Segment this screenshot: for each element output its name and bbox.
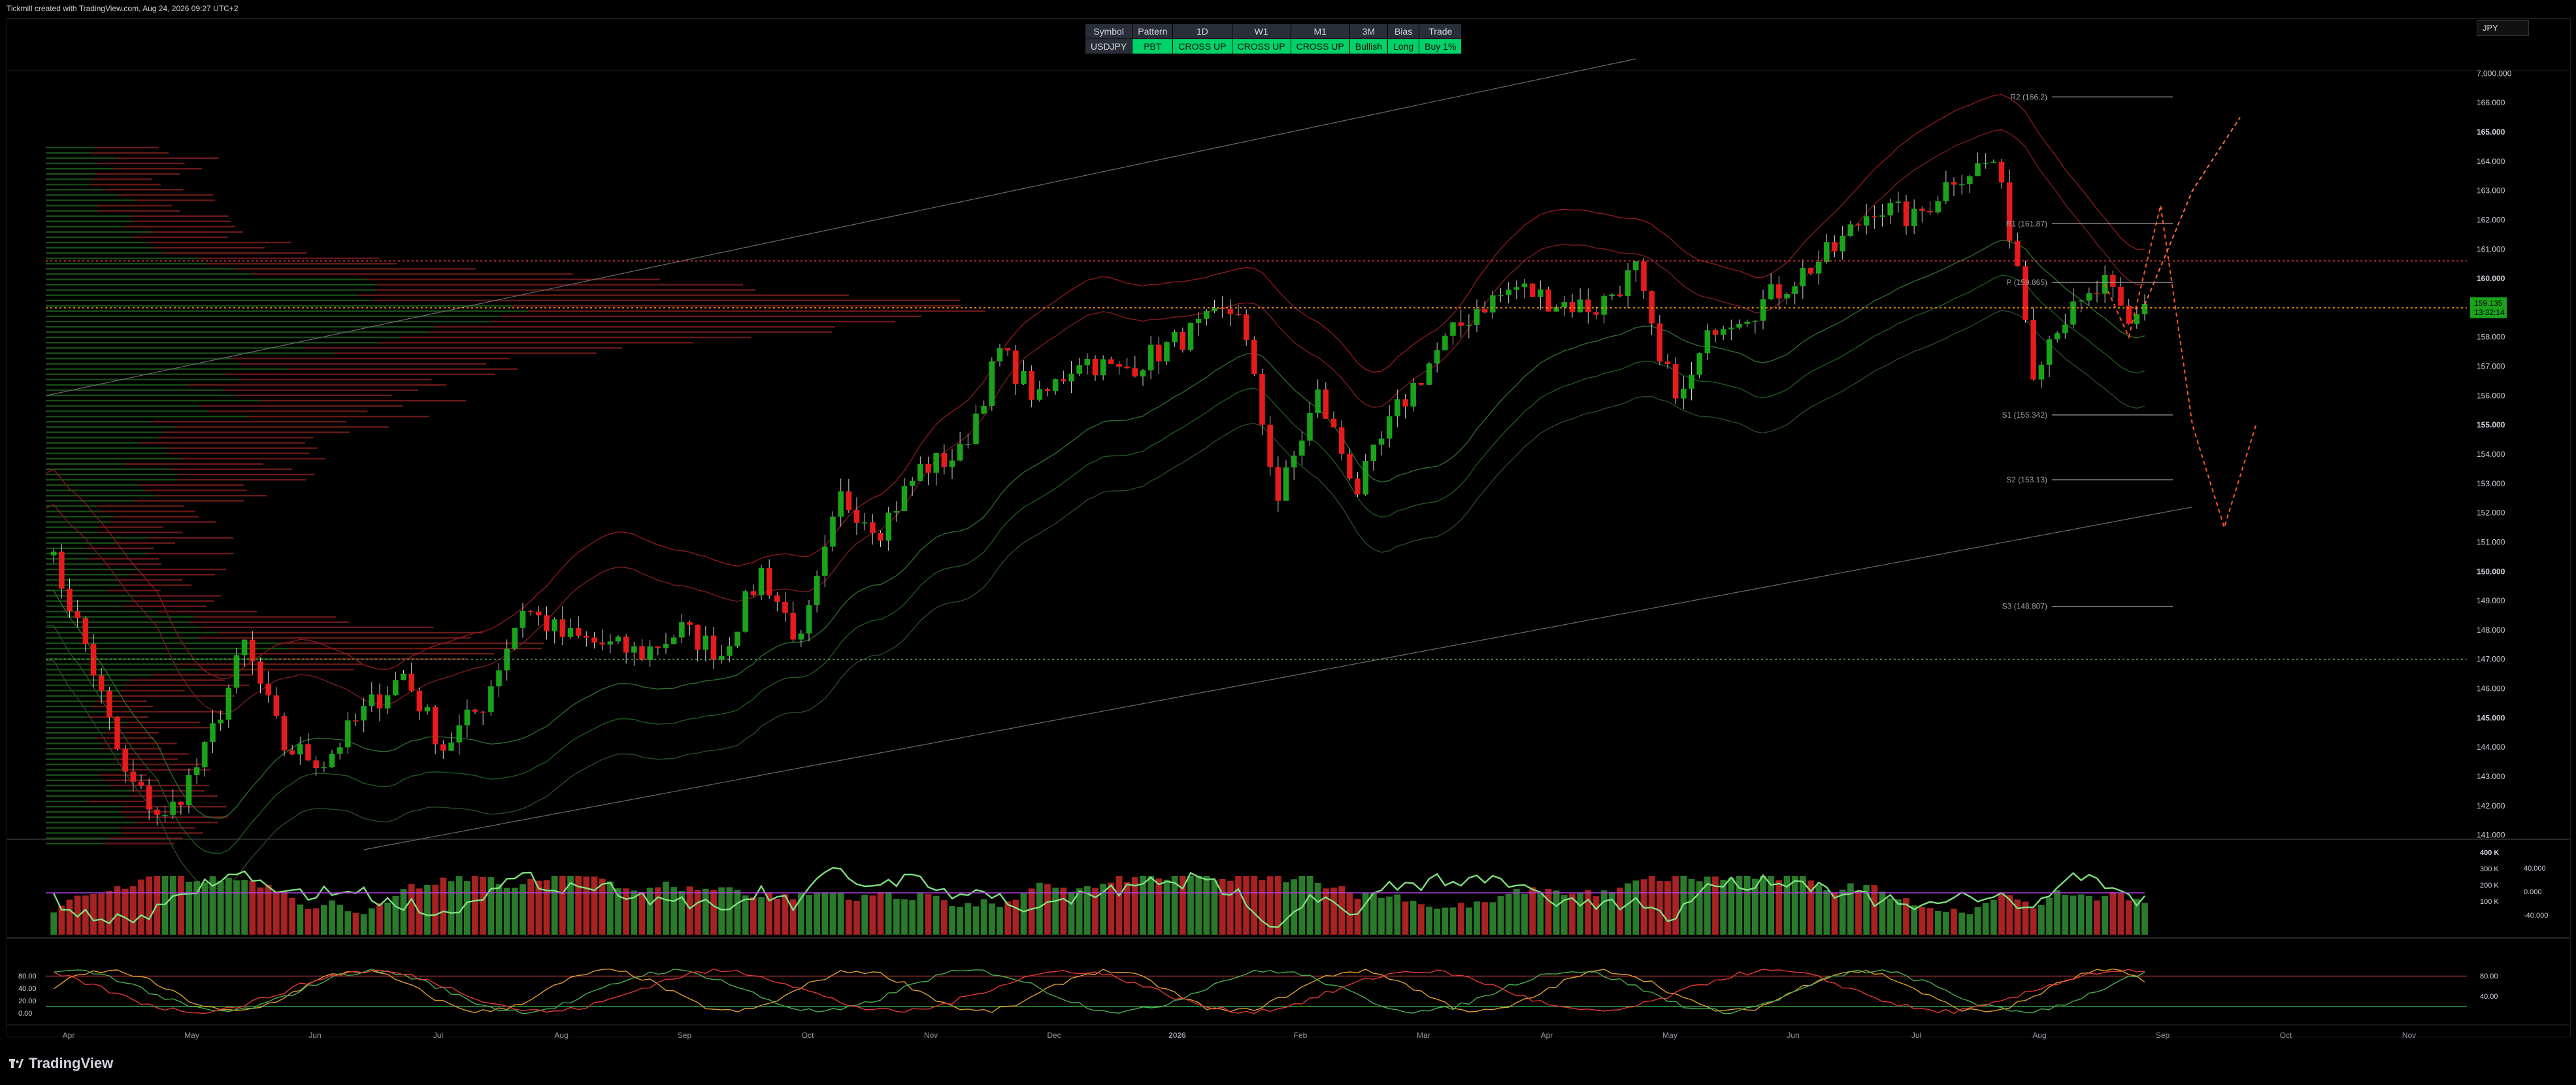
tradingview-logo-icon [9, 1059, 24, 1068]
bottom-bar [0, 1046, 2576, 1085]
cell-1d: CROSS UP [1172, 39, 1232, 54]
brand: TradingView [9, 1055, 113, 1072]
cell-pattern: PBT [1132, 39, 1174, 54]
header-bias: Bias [1387, 24, 1420, 39]
header-m1: M1 [1290, 24, 1350, 39]
cell-symbol: USDJPY [1084, 39, 1133, 54]
header-pattern: Pattern [1132, 24, 1174, 39]
header-symbol: Symbol [1084, 24, 1133, 39]
header-trade: Trade [1419, 24, 1462, 39]
header-1d: 1D [1172, 24, 1232, 39]
header-3m: 3M [1349, 24, 1389, 39]
cell-3m: Bullish [1349, 39, 1389, 54]
cell-bias: Long [1387, 39, 1420, 54]
chart-caption: Tickmill created with TradingView.com, A… [7, 4, 239, 13]
header-w1: W1 [1231, 24, 1291, 39]
cell-w1: CROSS UP [1231, 39, 1291, 54]
signal-table-header: Symbol Pattern 1D W1 M1 3M Bias Trade [1084, 24, 1462, 39]
symbol-box[interactable]: JPY [2477, 20, 2529, 36]
chart-frame [7, 18, 2571, 1037]
cell-m1: CROSS UP [1290, 39, 1350, 54]
brand-name: TradingView [29, 1055, 114, 1071]
signal-table: Symbol Pattern 1D W1 M1 3M Bias Trade US… [1084, 24, 1462, 54]
cell-trade: Buy 1% [1419, 39, 1462, 54]
signal-table-row: USDJPY PBT CROSS UP CROSS UP CROSS UP Bu… [1084, 39, 1462, 54]
